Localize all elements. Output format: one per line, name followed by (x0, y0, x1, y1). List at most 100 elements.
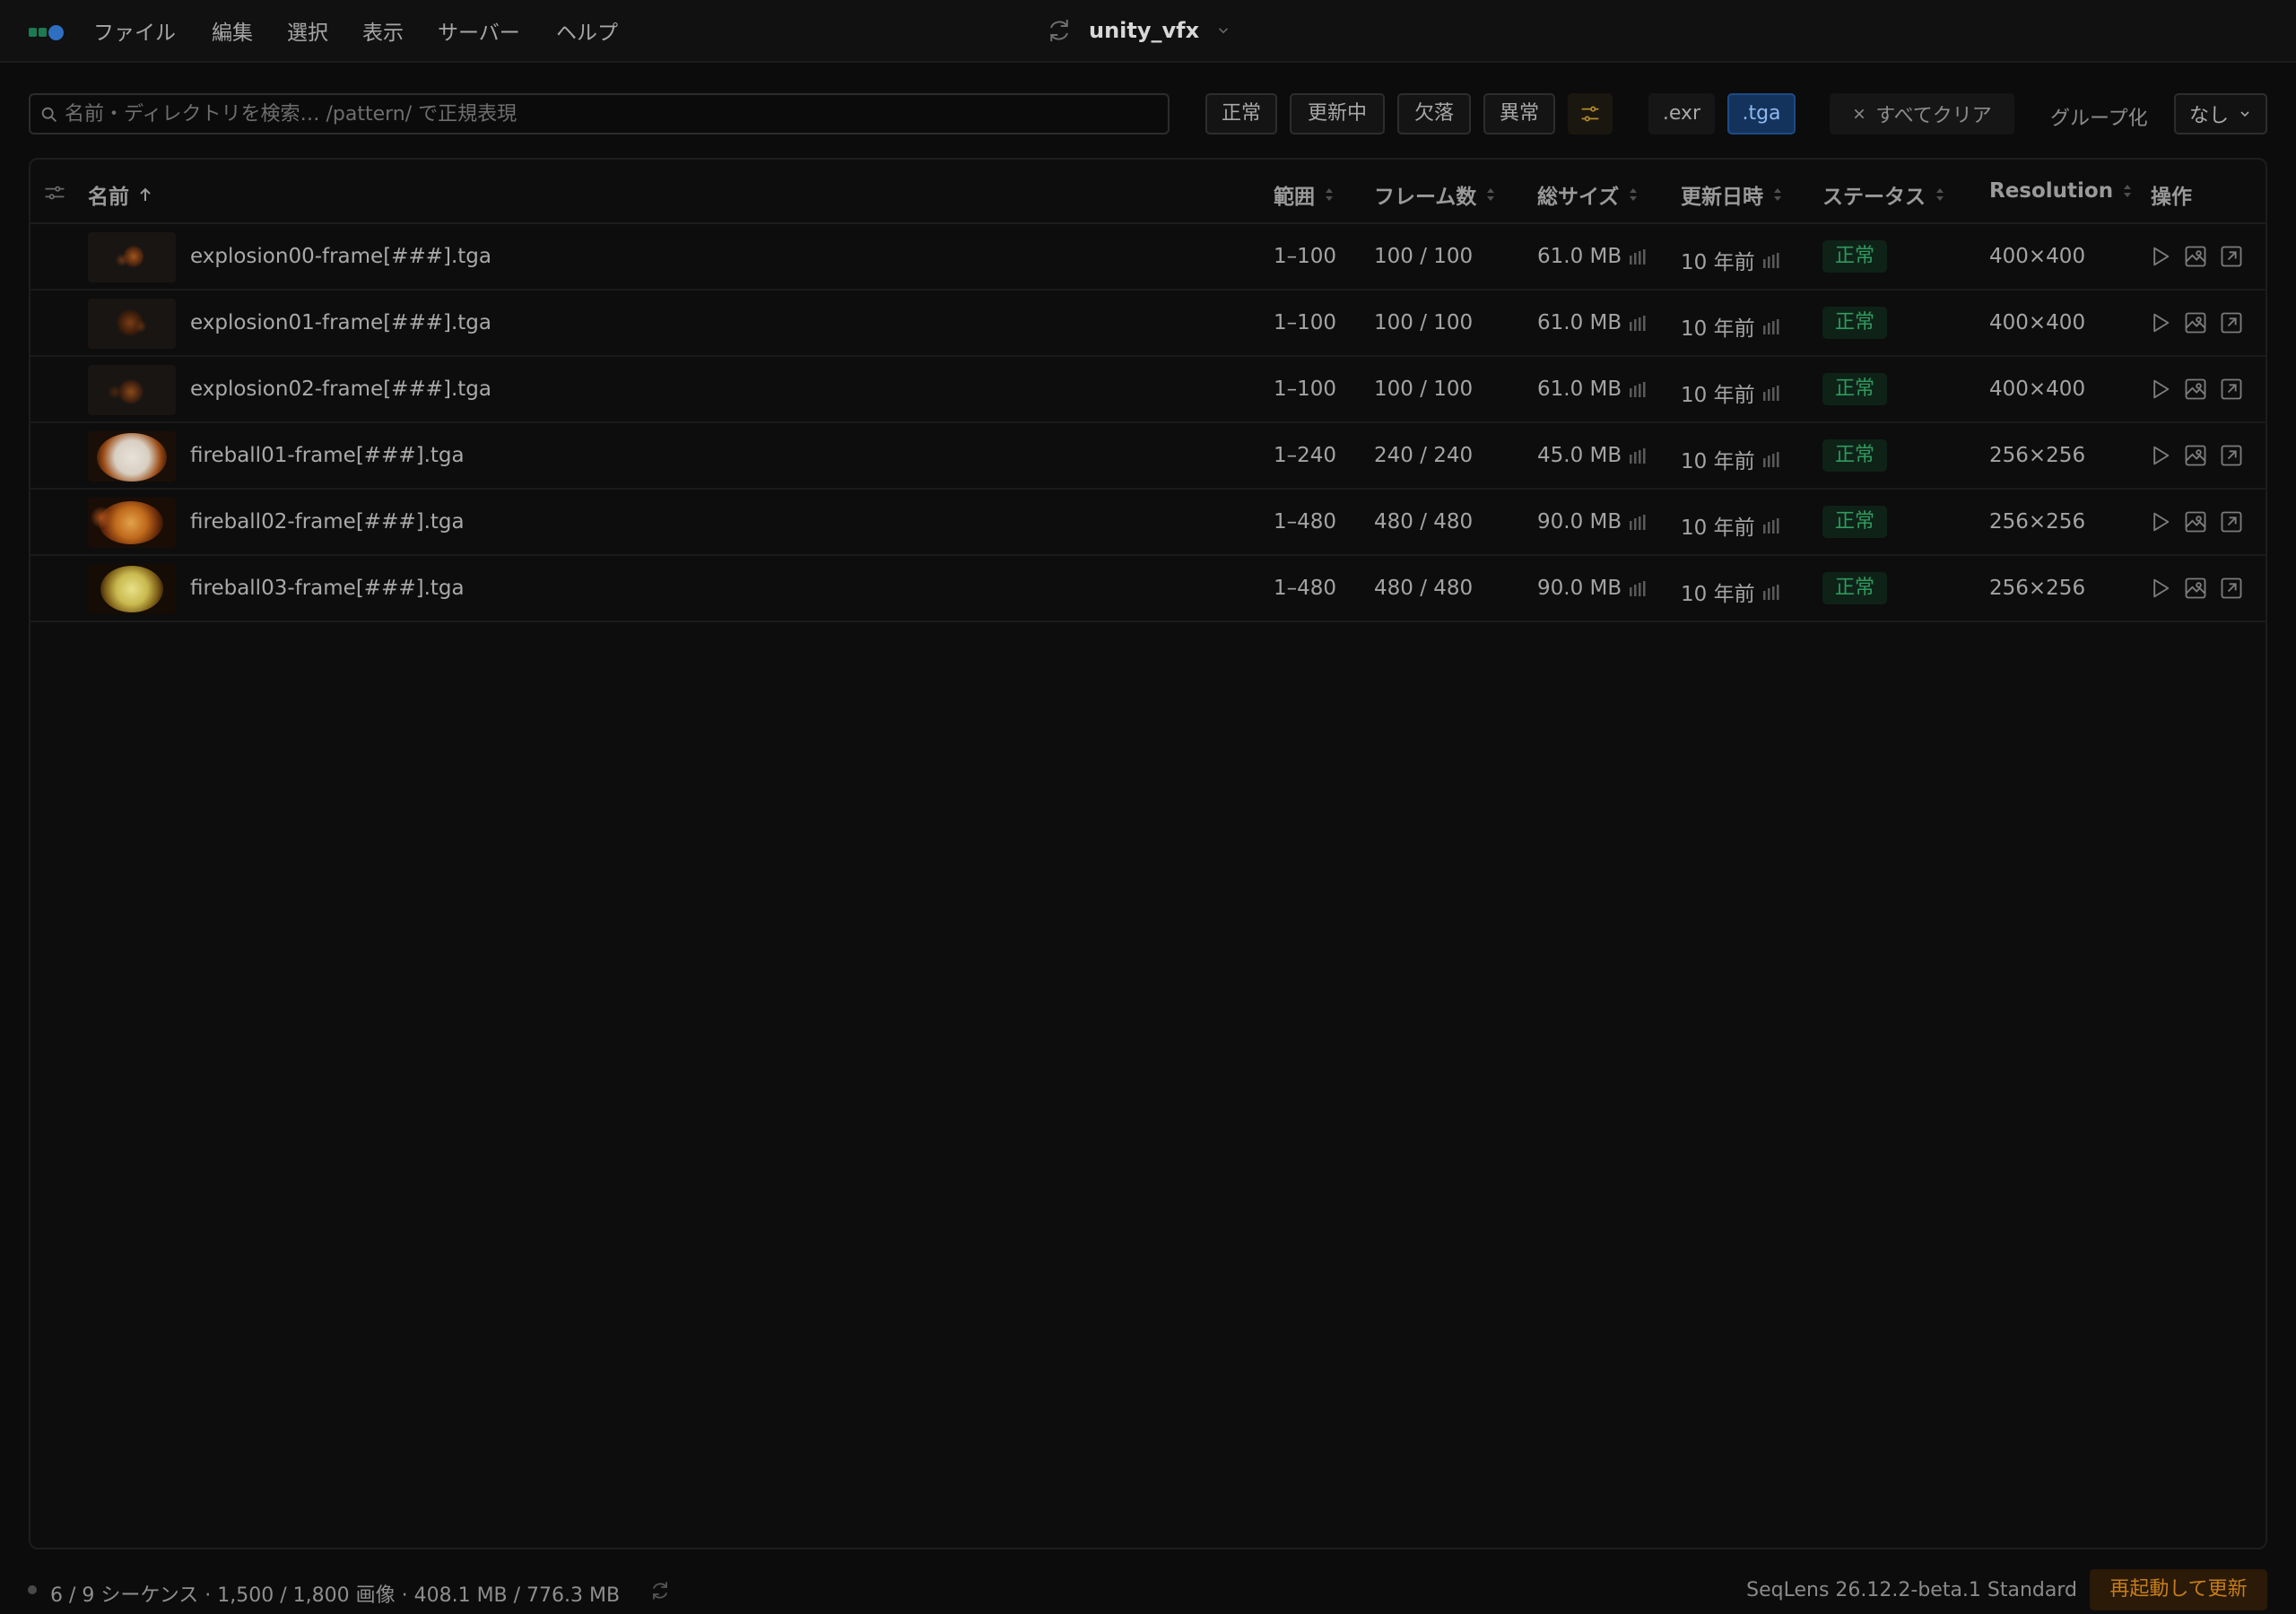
image-icon[interactable] (2183, 310, 2208, 335)
sequence-modified-value: 10 年前 (1681, 583, 1755, 606)
image-icon[interactable] (2183, 576, 2208, 601)
histogram-icon[interactable] (1629, 248, 1647, 265)
histogram-icon[interactable] (1762, 318, 1780, 334)
group-by-label: グループ化 (2050, 108, 2148, 130)
sequence-size: 45.0 MB (1537, 444, 1647, 467)
menu-bar: ファイル 編集 選択 表示 サーバー ヘルプ unity_vfx (0, 0, 2296, 63)
play-icon[interactable] (2147, 244, 2172, 269)
sort-icon (2124, 185, 2132, 197)
histogram-icon[interactable] (1629, 381, 1647, 397)
sort-icon (1774, 188, 1781, 201)
table-row[interactable]: fireball03-frame[###].tga 1–480 480 / 48… (30, 556, 2266, 622)
filter-ext-exr[interactable]: .exr (1648, 93, 1715, 134)
group-by-select[interactable]: なし (2174, 93, 2267, 134)
filter-status-ok[interactable]: 正常 (1205, 93, 1277, 134)
play-icon[interactable] (2147, 443, 2172, 468)
column-modified[interactable]: 更新日時 (1681, 179, 1783, 210)
open-external-icon[interactable] (2219, 443, 2244, 468)
project-switcher[interactable]: unity_vfx (1046, 14, 1231, 47)
sort-ascending-icon (140, 187, 151, 201)
histogram-icon[interactable] (1762, 252, 1780, 268)
sort-icon (1936, 188, 1944, 201)
column-settings-icon[interactable] (43, 181, 66, 204)
image-icon[interactable] (2183, 509, 2208, 534)
sequence-thumbnail (88, 232, 176, 282)
table-row[interactable]: fireball01-frame[###].tga 1–240 240 / 24… (30, 423, 2266, 490)
open-external-icon[interactable] (2219, 377, 2244, 402)
filter-status-updating[interactable]: 更新中 (1290, 93, 1385, 134)
sequence-range: 1–240 (1274, 444, 1337, 467)
sequence-frames: 100 / 100 (1374, 245, 1474, 268)
sequence-range: 1–100 (1274, 245, 1337, 268)
play-icon[interactable] (2147, 509, 2172, 534)
column-frames[interactable]: フレーム数 (1374, 179, 1496, 210)
filter-ext-tga[interactable]: .tga (1727, 93, 1796, 134)
status-badge: 正常 (1822, 506, 1888, 538)
status-badge: 正常 (1822, 439, 1888, 472)
image-icon[interactable] (2183, 244, 2208, 269)
table-row[interactable]: explosion02-frame[###].tga 1–100 100 / 1… (30, 357, 2266, 423)
column-size[interactable]: 総サイズ (1537, 179, 1639, 210)
column-status[interactable]: ステータス (1822, 179, 1945, 210)
restart-update-button[interactable]: 再起動して更新 (2090, 1569, 2267, 1610)
sequence-table: 名前 範囲 フレーム数 総サイズ 更新日時 ステータス Resolution 操… (29, 158, 2267, 1549)
sync-icon[interactable] (649, 1580, 671, 1601)
play-icon[interactable] (2147, 377, 2172, 402)
sync-icon[interactable] (1046, 17, 1073, 44)
histogram-icon[interactable] (1629, 514, 1647, 530)
open-external-icon[interactable] (2219, 244, 2244, 269)
sequence-modified-value: 10 年前 (1681, 251, 1755, 274)
column-range[interactable]: 範囲 (1274, 179, 1335, 210)
sequence-modified: 10 年前 (1681, 510, 1780, 541)
sequence-resolution: 400×400 (1989, 377, 2086, 401)
filter-settings-button[interactable] (1568, 93, 1613, 134)
filter-status-missing[interactable]: 欠落 (1397, 93, 1471, 134)
sequence-range: 1–480 (1274, 510, 1337, 534)
sequence-size-value: 61.0 MB (1537, 245, 1622, 268)
sequence-size: 61.0 MB (1537, 245, 1647, 268)
sequence-name: explosion01-frame[###].tga (190, 311, 491, 334)
menu-view[interactable]: 表示 (362, 15, 404, 46)
column-range-label: 範囲 (1274, 186, 1315, 209)
histogram-icon[interactable] (1629, 580, 1647, 596)
column-actions-label: 操作 (2151, 186, 2192, 209)
table-row[interactable]: explosion01-frame[###].tga 1–100 100 / 1… (30, 291, 2266, 357)
sequence-name: explosion00-frame[###].tga (190, 245, 491, 268)
column-status-label: ステータス (1822, 186, 1926, 209)
project-name[interactable]: unity_vfx (1089, 18, 1199, 43)
image-icon[interactable] (2183, 377, 2208, 402)
column-resolution[interactable]: Resolution (1989, 179, 2133, 203)
menu-file[interactable]: ファイル (93, 15, 176, 46)
open-external-icon[interactable] (2219, 509, 2244, 534)
open-external-icon[interactable] (2219, 310, 2244, 335)
play-icon[interactable] (2147, 576, 2172, 601)
menu-server[interactable]: サーバー (438, 15, 520, 46)
sort-icon (1487, 188, 1495, 201)
column-frames-label: フレーム数 (1374, 186, 1477, 209)
histogram-icon[interactable] (1629, 447, 1647, 464)
play-icon[interactable] (2147, 310, 2172, 335)
filter-status-error[interactable]: 異常 (1483, 93, 1555, 134)
column-modified-label: 更新日時 (1681, 186, 1763, 209)
histogram-icon[interactable] (1762, 517, 1780, 534)
table-row[interactable]: explosion00-frame[###].tga 1–100 100 / 1… (30, 224, 2266, 291)
menu-help[interactable]: ヘルプ (556, 15, 618, 46)
clear-all-button[interactable]: すべてクリア (1830, 93, 2014, 134)
sliders-icon (1581, 106, 1599, 122)
clear-all-label: すべてクリア (1875, 105, 1992, 127)
search-input[interactable] (65, 95, 1159, 133)
table-row[interactable]: fireball02-frame[###].tga 1–480 480 / 48… (30, 490, 2266, 556)
search-box[interactable] (29, 93, 1170, 134)
histogram-icon[interactable] (1762, 584, 1780, 600)
histogram-icon[interactable] (1629, 315, 1647, 331)
column-name[interactable]: 名前 (88, 179, 152, 210)
menu-select[interactable]: 選択 (287, 15, 328, 46)
image-icon[interactable] (2183, 443, 2208, 468)
histogram-icon[interactable] (1762, 385, 1780, 401)
sequence-modified-value: 10 年前 (1681, 317, 1755, 341)
histogram-icon[interactable] (1762, 451, 1780, 467)
sequence-range: 1–480 (1274, 577, 1337, 600)
menu-edit[interactable]: 編集 (212, 15, 253, 46)
sequence-modified: 10 年前 (1681, 444, 1780, 474)
open-external-icon[interactable] (2219, 576, 2244, 601)
